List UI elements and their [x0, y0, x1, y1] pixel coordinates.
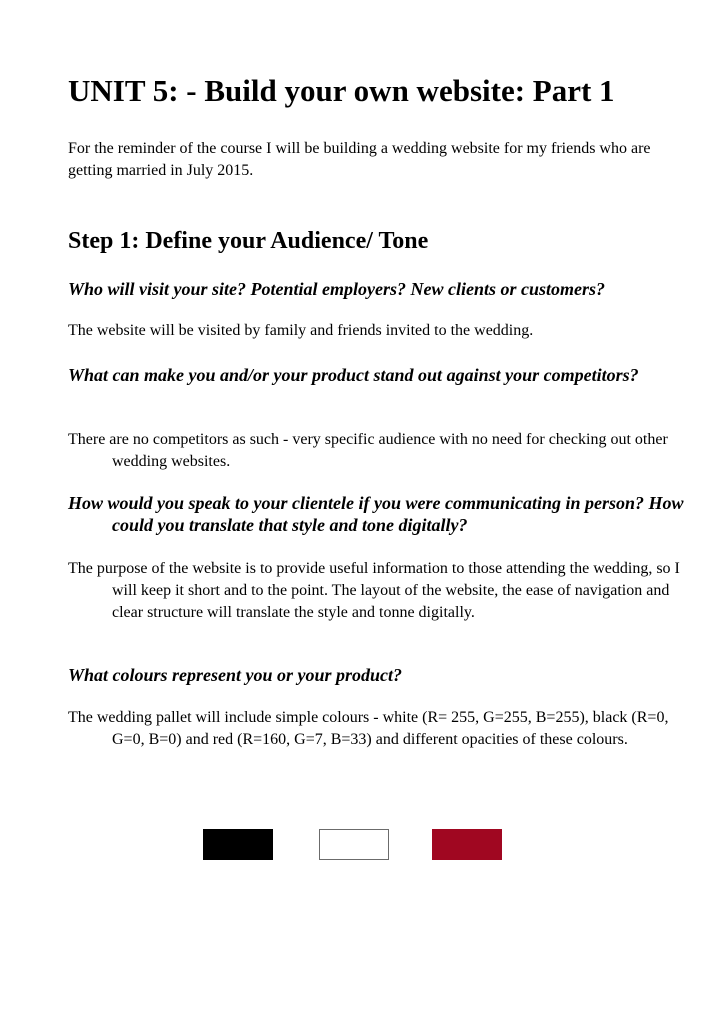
color-swatch-black — [203, 829, 273, 860]
answer-audience: The website will be visited by family an… — [68, 322, 534, 339]
answer-competitors: There are no competitors as such - very … — [68, 431, 668, 470]
color-swatch-white — [319, 829, 389, 860]
document-page: UNIT 5: - Build your own website: Part 1… — [0, 0, 724, 1022]
answer-tone: The purpose of the website is to provide… — [68, 560, 680, 621]
question-tone: How would you speak to your clientele if… — [68, 493, 684, 535]
question-competitors: What can make you and/or your product st… — [68, 365, 639, 385]
question-colours: What colours represent you or your produ… — [68, 665, 403, 685]
step-heading: Step 1: Define your Audience/ Tone — [68, 228, 429, 254]
answer-colours: The wedding pallet will include simple c… — [68, 709, 669, 748]
intro-paragraph: For the reminder of the course I will be… — [68, 140, 651, 179]
page-title: UNIT 5: - Build your own website: Part 1 — [68, 73, 615, 108]
color-swatch-red — [432, 829, 502, 860]
question-audience: Who will visit your site? Potential empl… — [68, 279, 606, 299]
